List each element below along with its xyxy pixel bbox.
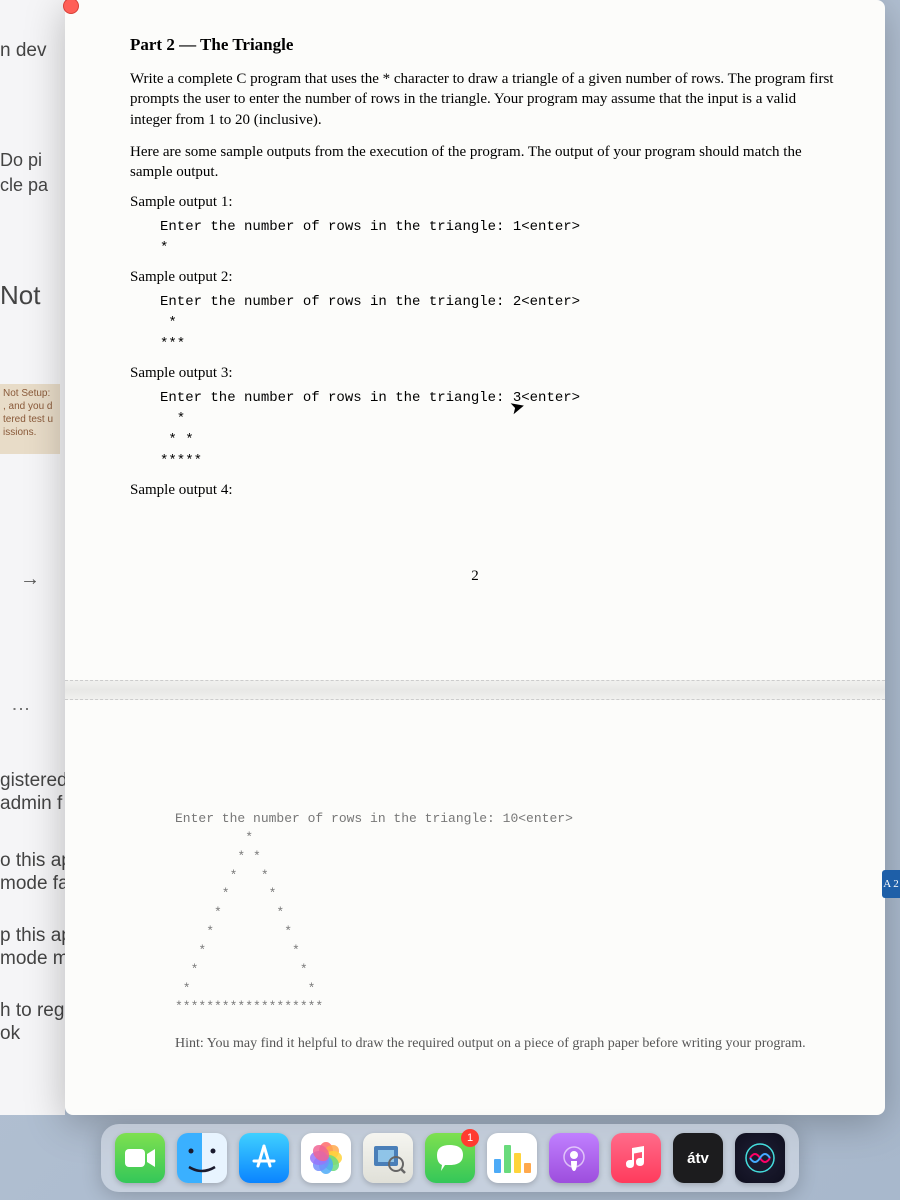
page-number: 2 [471, 568, 479, 585]
dock: 1 átv [101, 1124, 799, 1192]
document-window: Part 2 — The Triangle Write a complete C… [65, 0, 885, 1115]
bg-text: p this ap [0, 925, 72, 947]
finder-app-icon[interactable] [177, 1133, 227, 1183]
hint-text: Hint: You may find it helpful to draw th… [175, 1035, 835, 1054]
bg-text: Not [0, 280, 40, 311]
podcasts-app-icon[interactable] [549, 1133, 599, 1183]
messages-app-icon[interactable]: 1 [425, 1133, 475, 1183]
sample-label: Sample output 3: [130, 365, 835, 382]
doc-paragraph: Write a complete C program that uses the… [130, 69, 835, 130]
bg-text: mode m [0, 948, 69, 970]
preview-app-icon[interactable] [363, 1133, 413, 1183]
bg-text: mode fa [0, 873, 69, 895]
bg-text: o this ap [0, 850, 72, 872]
page-2-content: Enter the number of rows in the triangle… [130, 810, 835, 1054]
sample-label: Sample output 1: [130, 194, 835, 211]
photos-app-icon[interactable] [301, 1133, 351, 1183]
bg-text: gistered [0, 770, 68, 792]
code-output: Enter the number of rows in the triangle… [160, 292, 835, 355]
more-icon[interactable]: ⋮ [10, 700, 32, 714]
right-badge[interactable]: A 2 [882, 870, 900, 898]
facetime-app-icon[interactable] [115, 1133, 165, 1183]
bg-text: n dev [0, 40, 46, 62]
bg-text: ok [0, 1023, 20, 1045]
bg-text: admin f [0, 793, 62, 815]
doc-paragraph: Here are some sample outputs from the ex… [130, 142, 835, 183]
sample-label: Sample output 2: [130, 269, 835, 286]
background-window: n dev Do pi cle pa Not Not Setup: , and … [0, 0, 65, 1115]
bg-text: Do pi [0, 150, 42, 171]
sample-label: Sample output 4: [130, 482, 835, 499]
numbers-app-icon[interactable] [487, 1133, 537, 1183]
music-app-icon[interactable] [611, 1133, 661, 1183]
doc-heading: Part 2 — The Triangle [130, 35, 835, 55]
bg-text: cle pa [0, 175, 48, 196]
bg-warning-box: Not Setup: , and you d tered test u issi… [0, 384, 60, 454]
siri-app-icon[interactable] [735, 1133, 785, 1183]
appletv-app-icon[interactable]: átv [673, 1133, 723, 1183]
code-output: Enter the number of rows in the triangle… [160, 388, 835, 472]
code-output: Enter the number of rows in the triangle… [160, 217, 835, 259]
badge-count: 1 [461, 1129, 479, 1147]
code-output: Enter the number of rows in the triangle… [175, 810, 835, 1017]
appstore-app-icon[interactable] [239, 1133, 289, 1183]
page-break [65, 680, 885, 700]
arrow-icon[interactable]: → [20, 568, 40, 591]
